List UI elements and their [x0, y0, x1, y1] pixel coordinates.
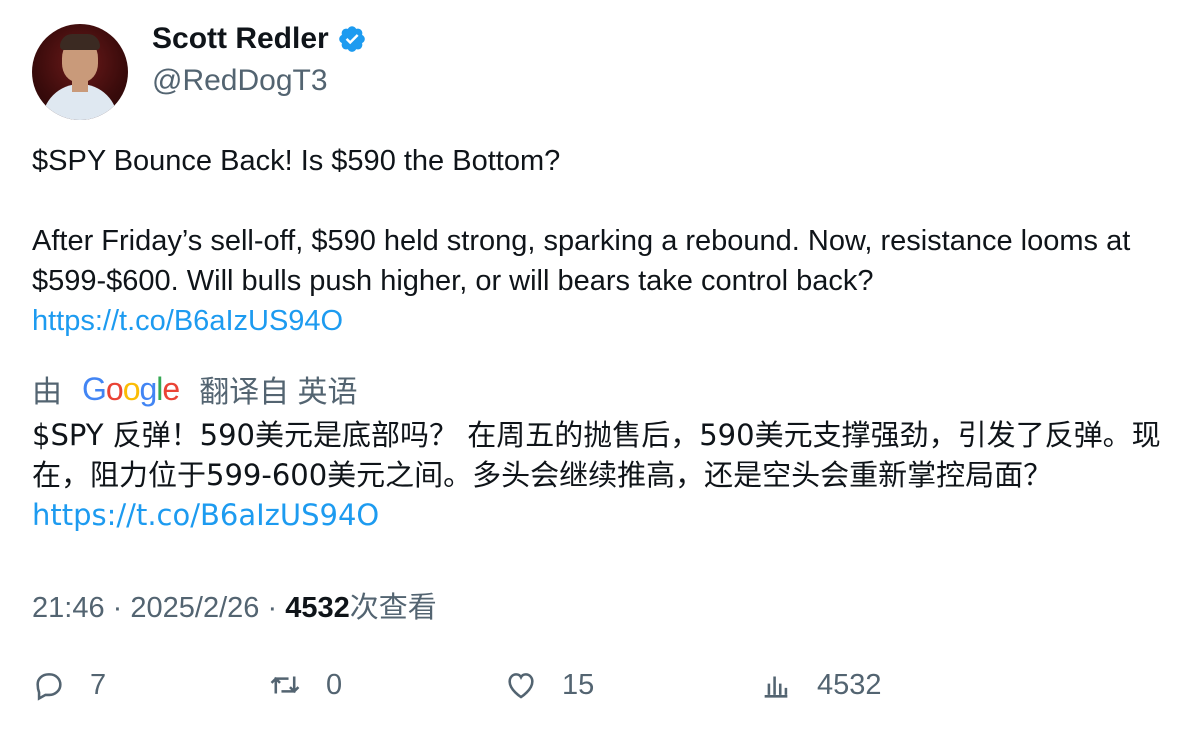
heart-icon: [508, 673, 534, 699]
meta-separator: ·: [267, 592, 278, 624]
retweet-button[interactable]: 0: [268, 668, 342, 702]
translated-text: $SPY 反弹！590美元是底部吗？ 在周五的抛售后，590美元支撑强劲，引发了…: [32, 415, 1172, 535]
tweet-headline: $SPY Bounce Back! Is $590 the Bottom?: [32, 145, 561, 177]
reply-button[interactable]: 7: [32, 668, 106, 702]
tweet-meta: 21:46 · 2025/2/26 · 4532次查看: [32, 584, 437, 626]
tweet-body: After Friday’s sell-off, $590 held stron…: [32, 225, 1131, 297]
tweet-link[interactable]: https://t.co/B6aIzUS94O: [32, 305, 343, 337]
retweet-icon: [270, 676, 300, 694]
avatar-hair: [60, 34, 100, 50]
views-count: 4532: [285, 592, 350, 624]
translated-link[interactable]: https://t.co/B6aIzUS94O: [32, 498, 379, 532]
like-count: 15: [562, 668, 595, 701]
reply-icon: [36, 673, 62, 701]
tweet-date[interactable]: 2025/2/26: [130, 592, 259, 624]
views-button[interactable]: 4532: [759, 668, 882, 702]
views-label: 次查看: [349, 592, 437, 624]
retweet-count: 0: [326, 668, 343, 701]
translated-body: $SPY 反弹！590美元是底部吗？ 在周五的抛售后，590美元支撑强劲，引发了…: [32, 418, 1161, 492]
reply-count: 7: [90, 668, 107, 701]
tweet-actions: 7 0 15 4532: [32, 668, 1172, 718]
author-name-row[interactable]: Scott Redler: [152, 22, 367, 56]
tweet-time[interactable]: 21:46: [32, 592, 105, 624]
verified-badge-icon: [338, 26, 365, 52]
avatar[interactable]: [32, 24, 128, 120]
like-button[interactable]: 15: [504, 668, 594, 702]
author-handle[interactable]: @RedDogT3: [152, 64, 328, 98]
author-name[interactable]: Scott Redler: [152, 22, 329, 56]
views-action-count: 4532: [817, 668, 882, 701]
meta-separator: ·: [112, 592, 123, 624]
translation-attribution: 由 Google 翻译自 英语: [32, 367, 358, 411]
analytics-icon: [764, 676, 788, 698]
translated-by-label: 由: [32, 376, 62, 409]
translated-from-label: 翻译自 英语: [199, 376, 358, 409]
google-logo: Google: [82, 370, 180, 407]
